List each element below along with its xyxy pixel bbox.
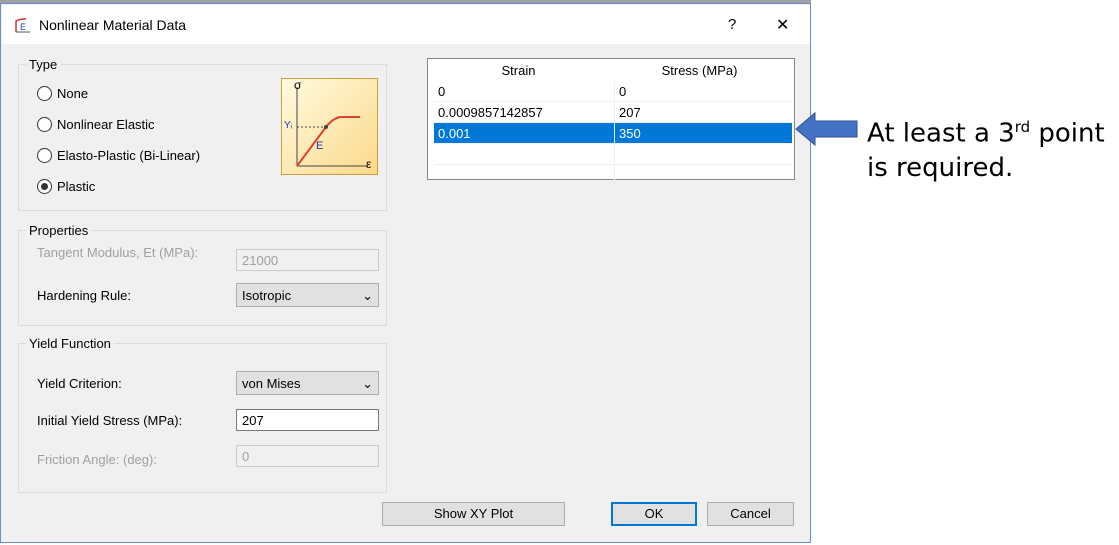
properties-group: Properties Tangent Modulus, Et (MPa): 21… [18, 223, 387, 326]
type-group-label: Type [26, 57, 61, 72]
table-row[interactable]: 0.0009857142857 207 [434, 101, 792, 123]
table-row-selected[interactable]: 0.001 350 [434, 122, 792, 144]
annotation-text-part: At least a 3 [867, 118, 1015, 149]
stress-cell[interactable] [614, 164, 792, 186]
radio-nonlinear-elastic[interactable]: Nonlinear Elastic [37, 117, 155, 132]
chevron-down-icon: ⌄ [362, 288, 373, 303]
friction-angle-label: Friction Angle: (deg): [37, 452, 157, 467]
initial-yield-stress-input[interactable]: 207 [236, 409, 379, 431]
radio-label: Elasto-Plastic (Bi-Linear) [57, 148, 201, 163]
annotation-superscript: rd [1014, 118, 1031, 136]
table-row[interactable] [434, 143, 792, 165]
radio-indicator [37, 179, 52, 194]
column-header-stress[interactable]: Stress (MPa) [609, 63, 790, 78]
modulus-label: E [316, 140, 324, 152]
stress-cell[interactable]: 350 [614, 122, 792, 144]
strain-cell[interactable] [434, 164, 615, 186]
stress-cell[interactable] [614, 143, 792, 165]
arrow-left-icon [795, 111, 858, 147]
nonlinear-material-dialog: E Nonlinear Material Data ? ✕ Type None … [0, 3, 811, 543]
close-button[interactable]: ✕ [776, 15, 789, 35]
properties-group-label: Properties [26, 223, 92, 238]
type-group: Type None Nonlinear Elastic Elasto-Plast… [18, 57, 387, 211]
cancel-button[interactable]: Cancel [707, 502, 794, 526]
yield-function-group: Yield Function Yield Criterion: von Mise… [18, 336, 387, 493]
radio-indicator [37, 117, 52, 132]
yield-label: Yᵢ [284, 120, 293, 131]
yield-criterion-label: Yield Criterion: [37, 376, 122, 391]
strain-cell[interactable]: 0.0009857142857 [434, 101, 615, 123]
stress-strain-diagram: σ Yᵢ E ε [281, 78, 378, 175]
annotation-line-2: is required. [867, 152, 1014, 183]
radio-none[interactable]: None [37, 86, 88, 101]
radio-indicator [37, 86, 52, 101]
help-button[interactable]: ? [728, 16, 736, 33]
yield-function-group-label: Yield Function [26, 336, 114, 351]
epsilon-label: ε [366, 157, 372, 171]
column-header-strain[interactable]: Strain [428, 63, 609, 78]
radio-indicator [37, 148, 52, 163]
sigma-label: σ [294, 78, 302, 92]
app-icon: E [15, 18, 30, 33]
friction-angle-field: 0 [236, 445, 379, 467]
radio-plastic[interactable]: Plastic [37, 179, 95, 194]
radio-label: Plastic [57, 179, 96, 194]
stress-cell[interactable]: 207 [614, 101, 792, 123]
stress-cell[interactable]: 0 [614, 81, 792, 102]
hardening-rule-label: Hardening Rule: [37, 288, 131, 303]
ok-button[interactable]: OK [611, 502, 697, 526]
yield-criterion-value: von Mises [242, 376, 301, 391]
tangent-modulus-field: 21000 [236, 249, 379, 271]
table-row[interactable]: 00 [434, 81, 792, 102]
annotation-text-part: point [1030, 118, 1105, 149]
strain-cell[interactable]: 0.001 [434, 122, 615, 144]
window-title: Nonlinear Material Data [39, 17, 187, 33]
chevron-down-icon: ⌄ [362, 376, 373, 391]
tangent-modulus-label: Tangent Modulus, Et (MPa): [37, 245, 199, 260]
hardening-rule-select[interactable]: Isotropic ⌄ [236, 283, 379, 307]
strain-cell[interactable]: 0 [434, 81, 615, 102]
strain-cell[interactable] [434, 143, 615, 165]
show-xy-plot-button[interactable]: Show XY Plot [382, 502, 565, 526]
radio-elasto-plastic[interactable]: Elasto-Plastic (Bi-Linear) [37, 148, 200, 163]
radio-label: None [57, 86, 89, 101]
hardening-rule-value: Isotropic [242, 288, 292, 303]
annotation-text: At least a 3rd point is required. [867, 110, 1105, 185]
annotation-line-1: At least a 3rd point [867, 110, 1105, 151]
yield-criterion-select[interactable]: von Mises ⌄ [236, 371, 379, 395]
radio-label: Nonlinear Elastic [57, 117, 155, 132]
strain-stress-table[interactable]: Strain Stress (MPa) 00 0.0009857142857 20… [427, 58, 795, 186]
initial-yield-stress-label: Initial Yield Stress (MPa): [37, 413, 183, 428]
table-header: Strain Stress (MPa) [428, 59, 794, 81]
title-bar: E Nonlinear Material Data ? ✕ [2, 5, 810, 44]
svg-text:E: E [20, 22, 26, 32]
table-row[interactable] [434, 164, 792, 186]
stress-strain-curve-icon [296, 87, 367, 167]
